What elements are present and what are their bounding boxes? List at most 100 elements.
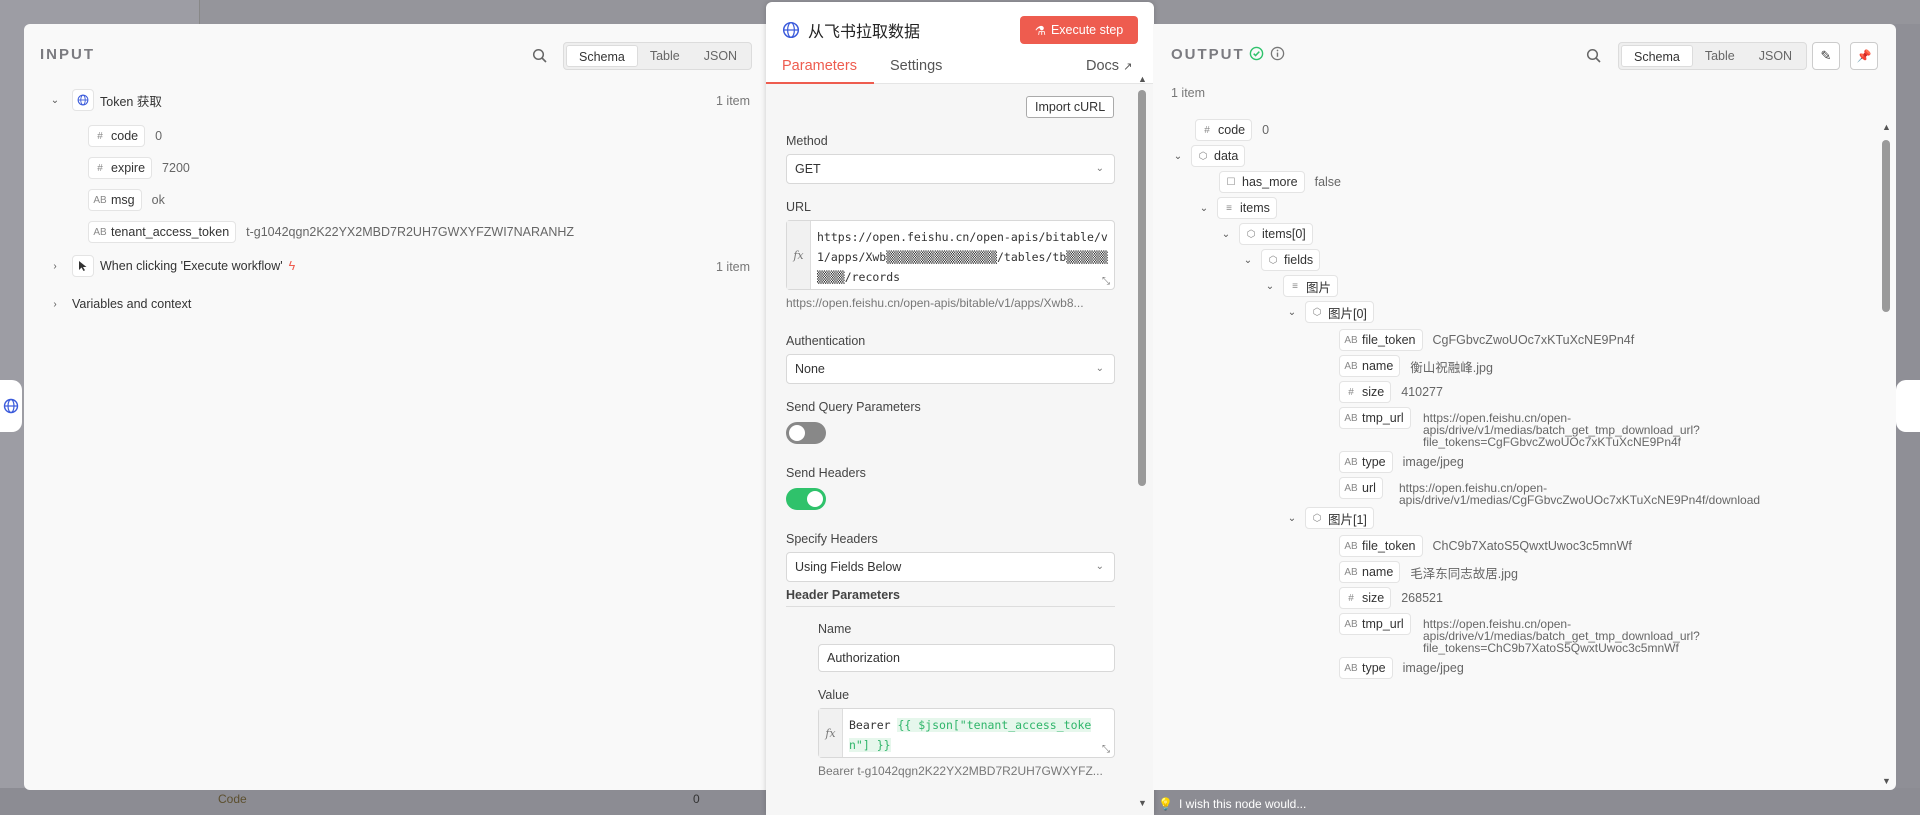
field-pill[interactable]: AB tmp_url [1339,407,1411,429]
header-name-input[interactable]: Authorization [818,644,1115,672]
field-key: items[0] [1262,227,1306,241]
field-key: 图片[1] [1328,512,1367,527]
output-row[interactable]: ⌄ ⬡ items[0] [1219,222,1313,246]
search-icon[interactable] [532,48,548,64]
chevron-down-icon[interactable]: ⌄ [1241,255,1255,266]
field-value-line: apis/drive/v1/medias/CgFGbvcZwoUOc7xKTuX… [1399,493,1761,507]
node-handle-left[interactable] [0,380,22,432]
field-pill[interactable]: # size [1339,381,1392,403]
chevron-right-icon[interactable]: › [48,261,62,272]
output-row[interactable]: ⌄ ⬡ 图片[0] [1285,300,1374,324]
node-handle-right[interactable] [1896,380,1920,432]
method-select[interactable]: GET ⌄ [786,154,1115,184]
field-value: 7200 [162,161,190,175]
field-pill[interactable]: AB name [1339,561,1401,583]
chevron-right-icon[interactable]: › [48,299,62,310]
field-pill[interactable]: AB tenant_access_token [88,221,237,243]
output-row[interactable]: ⌄ ≡ items [1197,196,1277,220]
chevron-down-icon[interactable]: ⌄ [1263,281,1277,292]
send-headers-toggle[interactable] [786,488,826,510]
field-pill[interactable]: AB file_token [1339,535,1423,557]
field-pill[interactable]: # code [1195,119,1253,141]
chevron-down-icon[interactable]: ⌄ [1171,151,1185,162]
input-view-table[interactable]: Table [638,45,692,67]
pin-output-button[interactable]: 📌 [1850,42,1878,70]
send-query-toggle[interactable] [786,422,826,444]
string-type-icon: AB [1344,662,1358,674]
docs-link[interactable]: Docs ↗ [1086,58,1132,74]
node-name: Variables and context [72,297,192,311]
output-row[interactable]: ⌄ ⬡ 图片[1] [1285,506,1374,530]
pencil-icon: ✎ [1820,48,1832,63]
input-node-trigger[interactable]: › When clicking 'Execute workflow' ϟ [48,254,295,278]
tab-parameters[interactable]: Parameters [782,58,857,74]
edit-output-button[interactable]: ✎ [1812,42,1840,70]
scroll-up-icon[interactable]: ▲ [1138,74,1147,84]
input-view-schema[interactable]: Schema [566,45,638,67]
output-view-json[interactable]: JSON [1747,45,1804,67]
input-title: INPUT [40,46,95,63]
chevron-down-icon[interactable]: ⌄ [1219,229,1233,240]
expand-icon[interactable]: ⤡ [1102,744,1110,755]
import-curl-button[interactable]: Import cURL [1026,96,1115,118]
field-pill[interactable]: AB name [1339,355,1401,377]
header-name-label: Name [818,622,852,636]
field-pill[interactable]: ⬡ 图片[1] [1305,507,1374,529]
field-pill[interactable]: AB tmp_url [1339,613,1411,635]
execute-step-button[interactable]: ⚗ Execute step [1020,16,1138,44]
lightning-icon: ϟ [288,259,296,273]
field-pill[interactable]: # size [1339,587,1392,609]
field-pill[interactable]: ≡ 图片 [1283,275,1339,297]
input-node-token[interactable]: ⌄ Token 获取 [48,88,162,112]
send-query-label: Send Query Parameters [786,400,921,414]
flask-icon: ⚗ [1034,23,1046,38]
chevron-down-icon[interactable]: ⌄ [1197,203,1211,214]
field-pill[interactable]: AB type [1339,657,1393,679]
chevron-down-icon[interactable]: ⌄ [48,95,62,106]
number-type-icon: # [1204,124,1210,136]
output-row[interactable]: ⌄ ⬡ fields [1241,248,1321,272]
object-type-icon: ⬡ [1246,228,1256,240]
field-pill[interactable]: ≡ items [1217,197,1277,219]
array-type-icon: ≡ [1292,280,1298,292]
scroll-down-icon[interactable]: ▼ [1138,798,1147,808]
expand-icon[interactable]: ⤡ [1102,276,1110,287]
output-row: AB tmp_url [1339,612,1411,636]
output-view-schema[interactable]: Schema [1621,45,1693,67]
feedback-bar[interactable]: 💡 I wish this node would... [1158,794,1306,814]
lightbulb-icon: 💡 [1158,797,1173,811]
scroll-down-icon[interactable]: ▼ [1882,776,1891,786]
field-pill[interactable]: ☐ has_more [1219,171,1305,193]
field-pill[interactable]: AB url [1339,477,1383,499]
input-node-variables[interactable]: › Variables and context [48,292,191,316]
node-title-text: 从飞书拉取数据 [808,24,921,41]
field-pill[interactable]: ⬡ fields [1261,249,1321,271]
field-value: CgFGbvcZwoUOc7xKTuXcNE9Pn4f [1432,333,1635,347]
output-row[interactable]: ⌄ ⬡ data [1171,144,1246,168]
field-pill[interactable]: ⬡ items[0] [1239,223,1313,245]
url-field[interactable]: fx https://open.feishu.cn/open-apis/bita… [786,220,1115,290]
field-pill[interactable]: # expire [88,157,153,179]
field-pill[interactable]: # code [88,125,146,147]
field-pill[interactable]: AB file_token [1339,329,1423,351]
header-value-field[interactable]: fx Bearer {{ $json["tenant_access_token"… [818,708,1115,758]
specify-headers-select[interactable]: Using Fields Below ⌄ [786,552,1115,582]
input-view-json[interactable]: JSON [692,45,749,67]
method-value: GET [795,162,821,176]
field-value: 0 [1262,123,1270,137]
tab-settings[interactable]: Settings [890,58,942,74]
field-pill[interactable]: AB type [1339,451,1393,473]
output-view-table[interactable]: Table [1693,45,1747,67]
field-pill[interactable]: AB msg [88,189,142,211]
params-scrollbar[interactable] [1138,90,1146,486]
chevron-down-icon[interactable]: ⌄ [1285,307,1299,318]
output-scrollbar[interactable] [1882,140,1890,312]
output-row[interactable]: ⌄ ≡ 图片 [1263,274,1339,298]
auth-select[interactable]: None ⌄ [786,354,1115,384]
scroll-up-icon[interactable]: ▲ [1882,122,1891,132]
field-pill[interactable]: ⬡ 图片[0] [1305,301,1374,323]
field-pill[interactable]: ⬡ data [1191,145,1246,167]
info-icon[interactable] [1270,46,1285,61]
chevron-down-icon[interactable]: ⌄ [1285,513,1299,524]
search-icon[interactable] [1586,48,1602,64]
